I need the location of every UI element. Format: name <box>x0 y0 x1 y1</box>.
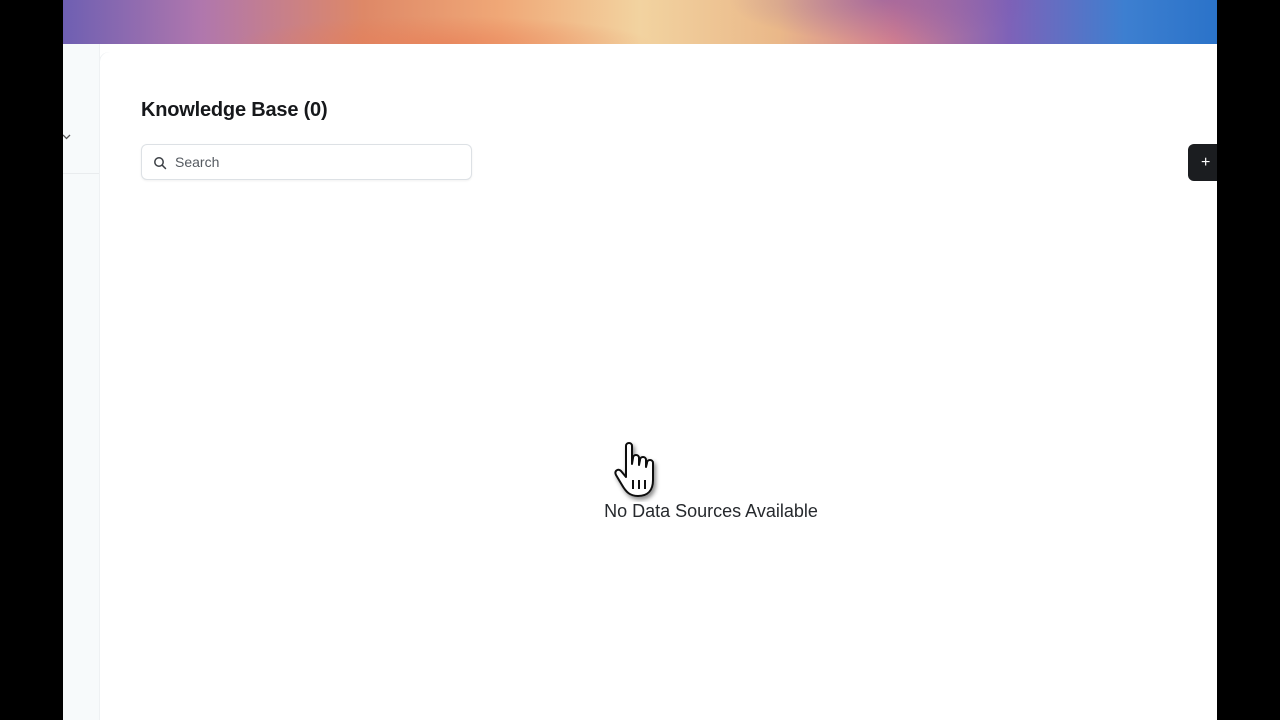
hand-pointer-cursor <box>614 442 654 497</box>
app-window: Knowledge Base (0) + No Data Sources Ava… <box>63 0 1217 720</box>
add-data-source-button[interactable]: + <box>1188 144 1217 181</box>
chevron-down-icon[interactable] <box>63 132 73 142</box>
sidebar-divider <box>63 173 99 174</box>
wallpaper-shade <box>63 0 1217 44</box>
search-input[interactable] <box>175 145 465 179</box>
empty-state-message: No Data Sources Available <box>604 501 818 521</box>
search-box[interactable] <box>141 144 472 180</box>
search-icon <box>154 157 167 170</box>
main-content: Knowledge Base (0) + No Data Sources Ava… <box>100 52 1217 720</box>
page-title: Knowledge Base (0) <box>141 99 328 121</box>
sidebar <box>63 44 100 720</box>
plus-icon: + <box>1201 154 1211 171</box>
